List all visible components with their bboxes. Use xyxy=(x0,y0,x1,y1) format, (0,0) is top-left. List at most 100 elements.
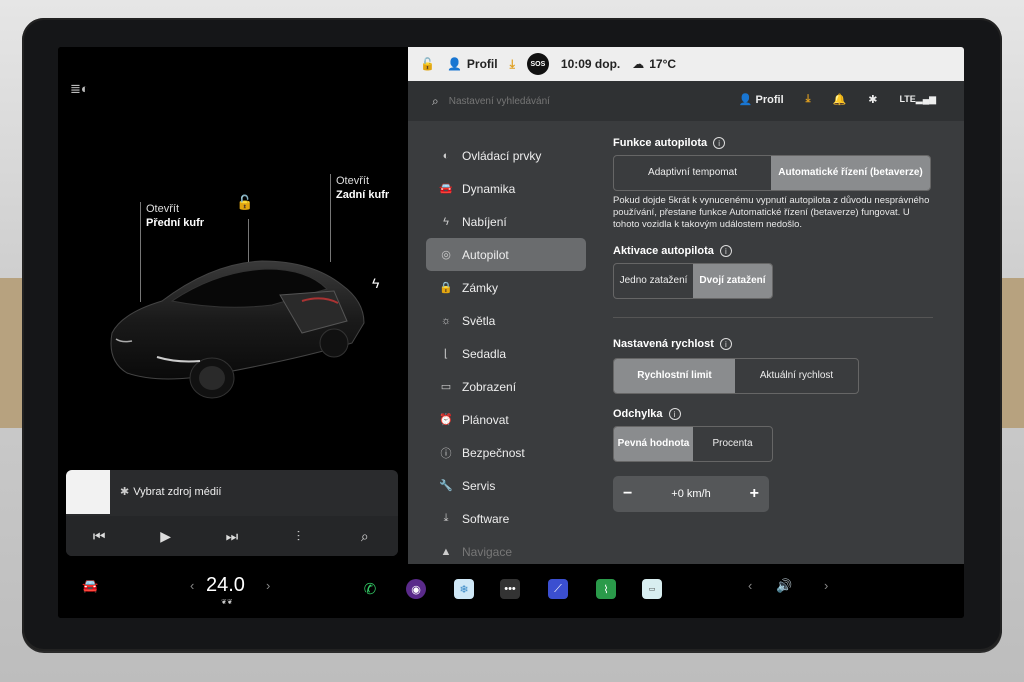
sun-icon: ☼ xyxy=(440,314,452,327)
settings-menu: ◐ Ovládací prvky 🚘 Dynamika ϟ Nabíjení ◎ Aut… xyxy=(426,139,586,568)
menu-item-label: Plánovat xyxy=(462,412,509,427)
menu-item-label: Bezpečnost xyxy=(462,445,525,460)
lock-status-icon[interactable]: 🔓 xyxy=(420,57,435,71)
menu-item-label: Navigace xyxy=(462,544,513,559)
profile-button[interactable]: 👤 Profil xyxy=(739,93,784,106)
equalizer-icon[interactable]: ⫶ xyxy=(278,528,318,545)
phone-icon[interactable]: ✆ xyxy=(360,579,380,599)
menu-item-label: Nabíjení xyxy=(462,214,507,229)
set-speed-heading: Nastavená rychlost i xyxy=(613,338,938,350)
option-current-speed[interactable]: Aktuální rychlost xyxy=(735,359,858,393)
menu-item-dynamics[interactable]: 🚘 Dynamika xyxy=(426,172,586,205)
volume-down-chevron-icon[interactable]: ‹ xyxy=(748,578,752,593)
notification-bell-icon[interactable]: 🔔 xyxy=(833,93,847,106)
climate-icon: ❦❦ xyxy=(221,599,233,606)
toybox-icon[interactable]: ❄ xyxy=(454,579,474,599)
option-speed-limit[interactable]: Rychlostní limit xyxy=(614,359,736,393)
camera-icon[interactable]: ◉ xyxy=(406,579,426,599)
menu-item-label: Zobrazení xyxy=(462,379,517,394)
previous-track-icon[interactable]: ⏮ xyxy=(79,528,119,545)
media-controls: ⏮ ▶ ⏭ ⫶ ⌕ xyxy=(66,516,398,556)
set-speed-selector: Rychlostní limit Aktuální rychlost xyxy=(613,358,859,394)
cloud-icon: ☁ xyxy=(632,57,645,71)
calendar-icon[interactable]: ▭ xyxy=(642,579,662,599)
toggle-icon: ◐ xyxy=(442,149,450,162)
autopilot-features-selector: Adaptivní tempomat Automatické řízení (b… xyxy=(613,155,931,191)
bluetooth-status-icon[interactable]: ✱ xyxy=(868,93,877,106)
option-autosteer[interactable]: Automatické řízení (betaverze) xyxy=(771,156,930,190)
car-visualization-panel: ≣◐ Otevřít Přední kufr Otevřít Zadní kuf… xyxy=(58,47,408,564)
menu-item-safety[interactable]: ⓘ Bezpečnost xyxy=(426,436,586,469)
autopilot-features-title: Funkce autopilota xyxy=(613,137,708,149)
menu-item-lights[interactable]: ☼ Světla xyxy=(426,304,586,337)
menu-item-label: Světla xyxy=(462,313,496,328)
charge-port-icon[interactable]: ϟ xyxy=(372,275,379,291)
car-icon[interactable]: 🚘 xyxy=(82,578,98,594)
menu-item-charging[interactable]: ϟ Nabíjení xyxy=(426,205,586,238)
decrease-offset-button[interactable]: − xyxy=(623,485,632,503)
volume-icon[interactable]: 🔊 xyxy=(776,578,792,594)
open-frunk-button[interactable]: Otevřít Přední kufr xyxy=(146,202,204,230)
play-icon[interactable]: ▶ xyxy=(146,528,186,545)
cabin-temperature[interactable]: 24.0 xyxy=(206,574,245,597)
option-single-pull[interactable]: Jedno zatažení xyxy=(614,264,693,298)
car-icon: 🚘 xyxy=(439,183,453,195)
bolt-icon: ϟ xyxy=(443,215,449,228)
info-icon[interactable]: i xyxy=(713,137,726,149)
increase-offset-button[interactable]: + xyxy=(750,485,759,503)
next-track-icon[interactable]: ⏭ xyxy=(212,528,252,545)
media-player: ✱ Vybrat zdroj médií ⏮ ▶ ⏭ ⫶ ⌕ xyxy=(66,470,398,556)
section-divider xyxy=(613,317,933,318)
menu-item-autopilot[interactable]: ◎ Autopilot xyxy=(426,238,586,271)
menu-item-software[interactable]: ⤓ Software xyxy=(426,502,586,535)
autopilot-activation-heading: Aktivace autopilota i xyxy=(613,245,938,257)
offset-mode-selector: Pevná hodnota Procenta xyxy=(613,426,773,462)
weather-status: ☁ 17°C xyxy=(632,57,676,71)
search-settings-icon: ⌕ xyxy=(432,93,439,108)
more-apps-icon[interactable]: ••• xyxy=(500,579,520,599)
menu-item-schedule[interactable]: ⏰ Plánovat xyxy=(426,403,586,436)
energy-app-icon[interactable]: ⌇ xyxy=(596,579,616,599)
info-icon[interactable]: i xyxy=(668,408,681,420)
navigation-app-icon[interactable]: ⟋ xyxy=(548,579,568,599)
temp-down-chevron-icon[interactable]: ‹ xyxy=(190,578,194,593)
software-download-icon[interactable]: ⤓ xyxy=(806,93,811,106)
menu-item-service[interactable]: 🔧 Servis xyxy=(426,469,586,502)
profile-button-label: Profil xyxy=(755,94,784,106)
profile-status-label: Profil xyxy=(466,57,498,71)
unlock-icon[interactable]: 🔓 xyxy=(236,194,253,211)
option-double-pull[interactable]: Dvojí zatažení xyxy=(693,264,772,298)
person-icon: 👤 xyxy=(446,57,462,71)
touchscreen: ≣◐ Otevřít Přední kufr Otevřít Zadní kuf… xyxy=(58,47,964,618)
menu-item-seats[interactable]: ⌊ Sedadla xyxy=(426,337,586,370)
option-fixed-value[interactable]: Pevná hodnota xyxy=(614,427,693,461)
car-model-image xyxy=(110,260,365,399)
autopilot-strike-description: Pokud dojde 5krát k vynucenému vypnutí a… xyxy=(613,195,930,230)
seat-icon: ⌊ xyxy=(443,348,449,360)
search-icon[interactable]: ⌕ xyxy=(345,528,385,545)
info-icon[interactable]: i xyxy=(719,338,732,350)
volume-up-chevron-icon[interactable]: › xyxy=(824,578,828,593)
offset-value: +0 km/h xyxy=(671,488,711,500)
option-percent[interactable]: Procenta xyxy=(693,427,772,461)
offset-heading: Odchylka i xyxy=(613,408,938,420)
sos-button[interactable]: SOS xyxy=(526,53,549,75)
headlights-icon[interactable]: ≣◐ xyxy=(70,81,89,97)
option-adaptive-cruise[interactable]: Adaptivní tempomat xyxy=(614,156,771,190)
media-source-selector[interactable]: ✱ Vybrat zdroj médií xyxy=(120,485,221,498)
temp-up-chevron-icon[interactable]: › xyxy=(266,578,270,593)
menu-item-label: Dynamika xyxy=(462,181,516,196)
open-trunk-button[interactable]: Otevřít Zadní kufr xyxy=(336,174,389,202)
menu-item-display[interactable]: ▭ Zobrazení xyxy=(426,370,586,403)
settings-search-input[interactable] xyxy=(448,95,699,107)
outside-temperature: 17°C xyxy=(649,57,677,71)
info-icon[interactable]: i xyxy=(719,245,732,257)
menu-item-controls[interactable]: ◐ Ovládací prvky xyxy=(426,139,586,172)
menu-item-label: Sedadla xyxy=(462,346,507,361)
wrench-icon: 🔧 xyxy=(439,480,453,492)
menu-item-locks[interactable]: 🔒 Zámky xyxy=(426,271,586,304)
profile-status[interactable]: 👤 Profil xyxy=(447,57,498,71)
download-icon[interactable]: ⤓ xyxy=(510,57,515,72)
open-trunk-line1: Otevřít xyxy=(336,175,370,187)
menu-item-label: Software xyxy=(462,511,510,526)
